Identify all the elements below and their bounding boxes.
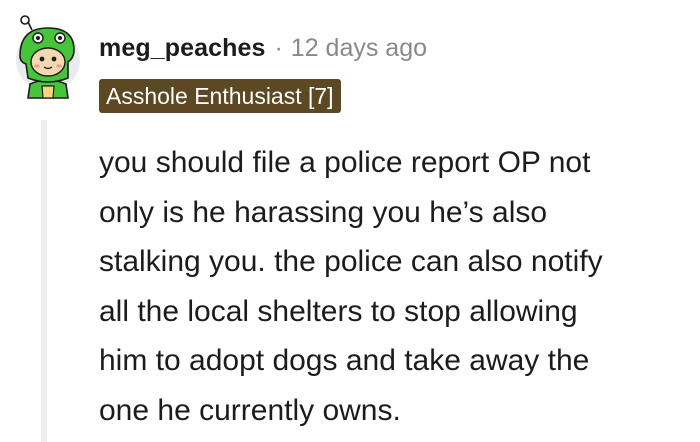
- comment: meg_peaches · 12 days ago Asshole Enthus…: [0, 0, 700, 442]
- username-link[interactable]: meg_peaches: [99, 34, 265, 63]
- comment-text-line: all the local shelters to stop allowing: [99, 294, 578, 328]
- comment-header: meg_peaches · 12 days ago: [99, 28, 427, 68]
- comment-text-line: stalking you. the police can also notify: [99, 245, 603, 278]
- snoo-avatar-icon[interactable]: [8, 14, 84, 102]
- comment-text-line: one he currently owns.: [99, 393, 401, 427]
- comment-text-line: him to adopt dogs and take away the: [99, 344, 590, 377]
- user-flair-badge: Asshole Enthusiast [7]: [99, 79, 341, 113]
- comment-text-line: only is he harassing you he’s also: [99, 195, 548, 229]
- timestamp-link[interactable]: 12 days ago: [291, 34, 427, 63]
- comment-text-line: you should file a police report OP not: [99, 146, 591, 179]
- comment-body: you should file a police report OP not o…: [99, 138, 699, 435]
- meta-separator: ·: [274, 33, 283, 62]
- thread-line[interactable]: [41, 120, 47, 442]
